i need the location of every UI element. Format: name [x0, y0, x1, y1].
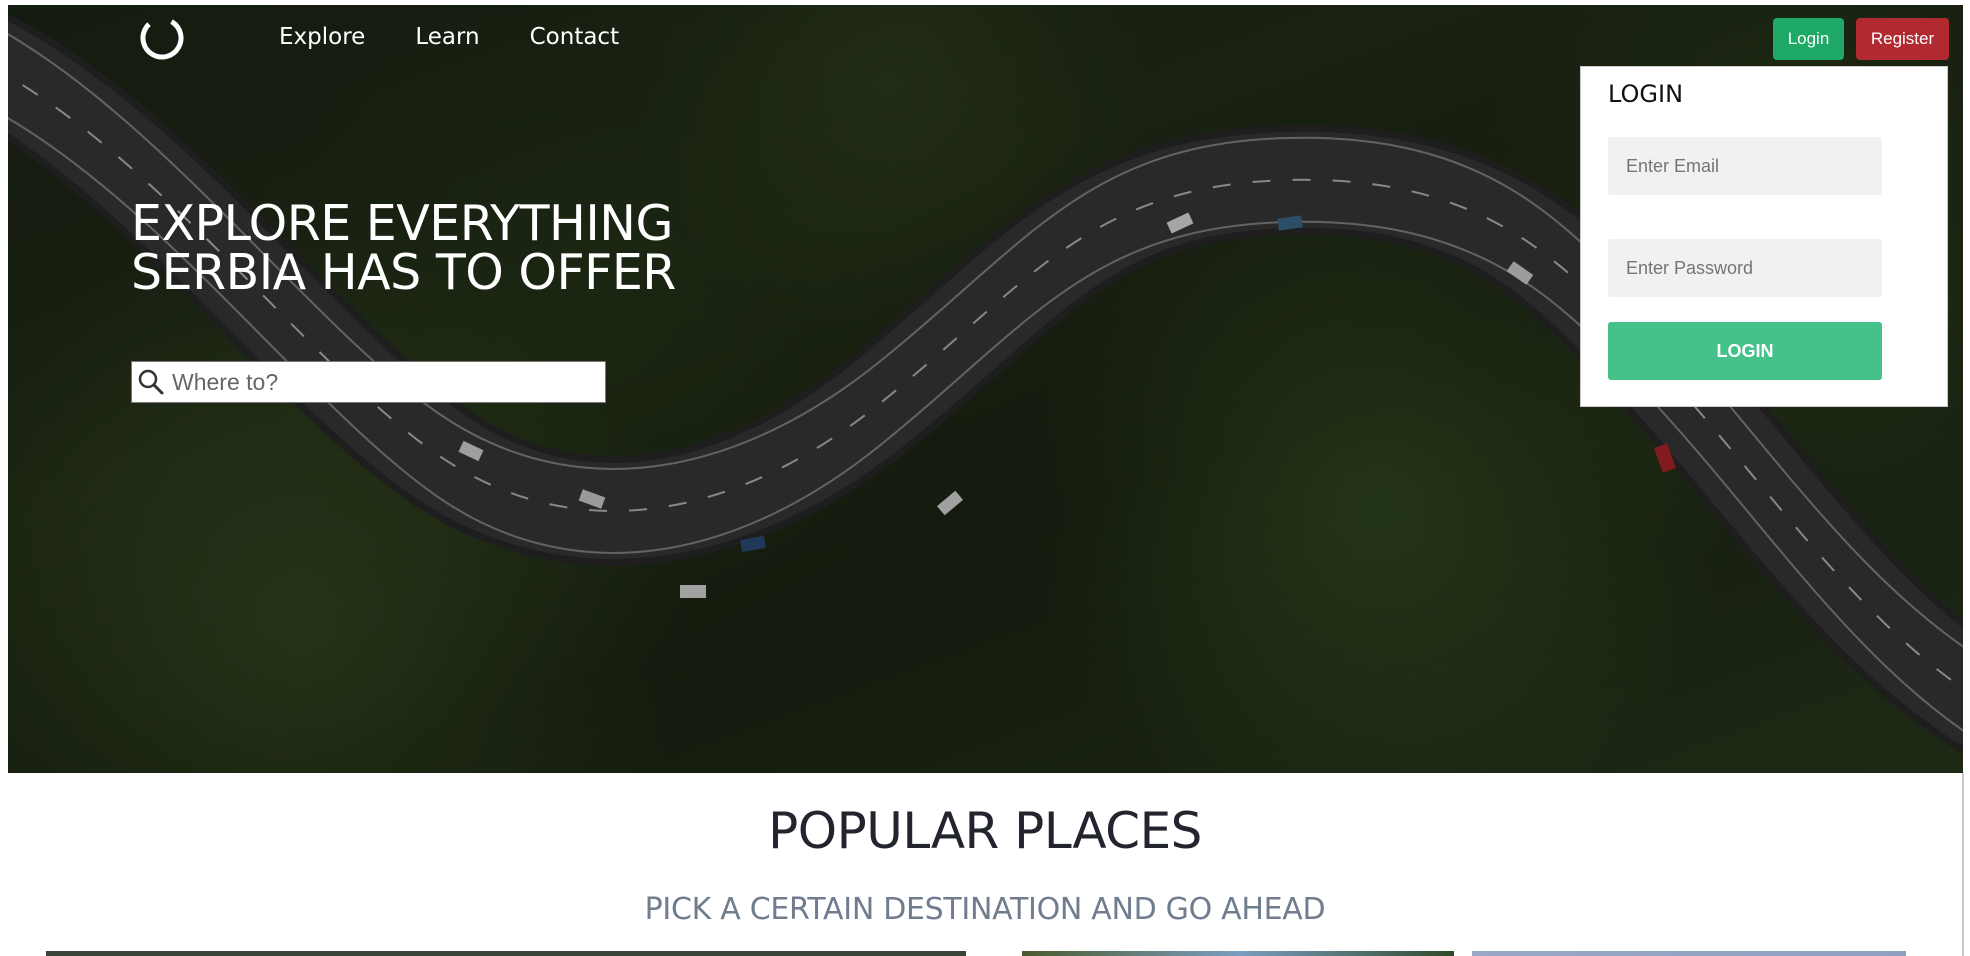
place-card-image[interactable]: [1472, 951, 1906, 956]
page-right-border: [1962, 773, 1964, 956]
nav-contact[interactable]: Contact: [530, 24, 619, 50]
search-icon: [138, 369, 164, 395]
login-form-title: LOGIN: [1608, 80, 1684, 108]
crescent-logo-icon[interactable]: [140, 16, 184, 60]
login-button[interactable]: Login: [1773, 18, 1844, 60]
nav-learn[interactable]: Learn: [415, 24, 479, 50]
password-field[interactable]: [1608, 239, 1882, 297]
popular-places-subtitle: PICK A CERTAIN DESTINATION AND GO AHEAD: [644, 892, 1326, 927]
popular-places-title: POPULAR PLACES: [768, 802, 1202, 860]
email-field[interactable]: [1608, 137, 1882, 195]
main-nav: Explore Learn Contact: [279, 24, 619, 50]
place-card-image[interactable]: [1022, 951, 1454, 956]
login-dropdown-panel: LOGIN LOGIN: [1580, 66, 1948, 407]
hero-title: EXPLORE EVERYTHING SERBIA HAS TO OFFER: [131, 195, 676, 301]
search-input[interactable]: [166, 367, 605, 397]
search-bar[interactable]: [131, 361, 606, 403]
register-button[interactable]: Register: [1856, 18, 1949, 60]
login-submit-button[interactable]: LOGIN: [1608, 322, 1882, 380]
place-card-image[interactable]: [46, 951, 966, 956]
nav-explore[interactable]: Explore: [279, 24, 365, 50]
